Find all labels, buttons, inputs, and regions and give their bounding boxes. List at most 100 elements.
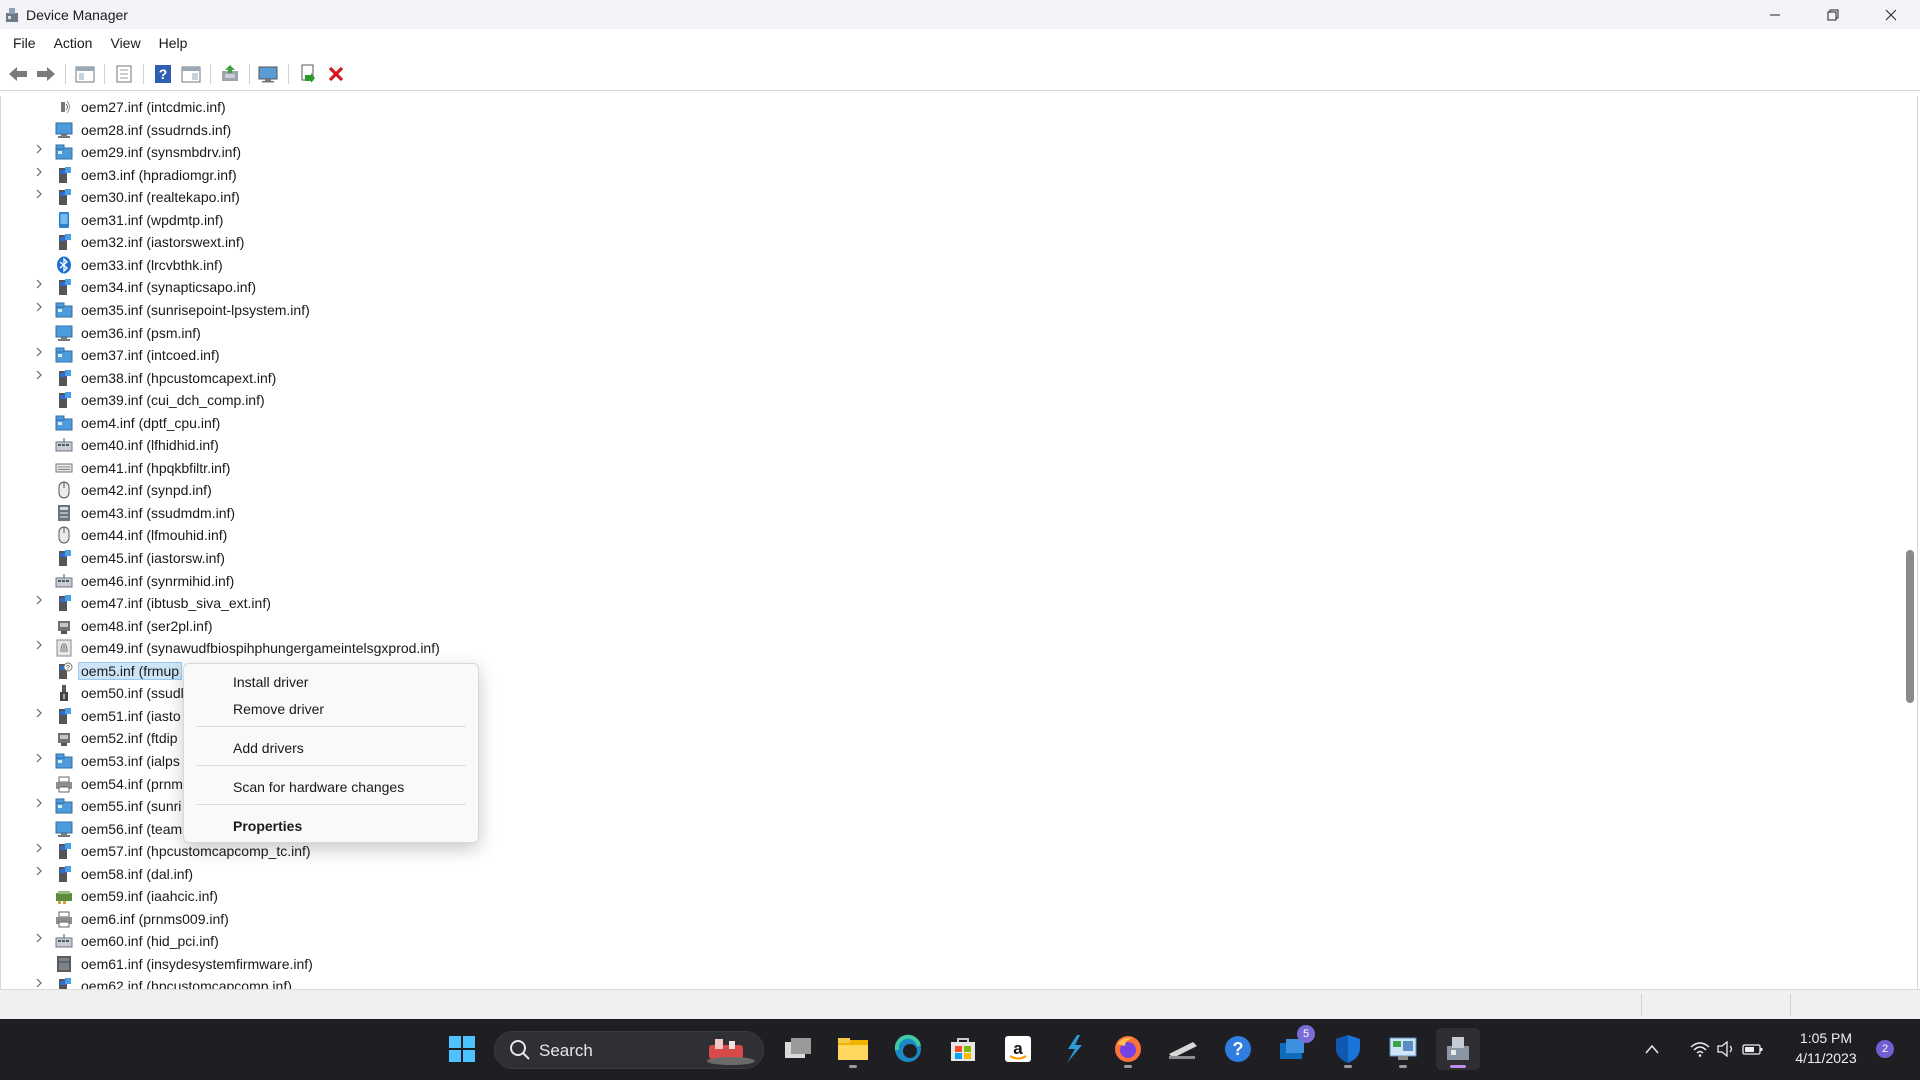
surface-button[interactable] [1161, 1028, 1205, 1070]
install-driver-menu-item[interactable]: Install driver [185, 669, 477, 695]
forward-button[interactable] [34, 62, 58, 86]
install-driver-button[interactable] [296, 62, 320, 86]
minimize-button[interactable] [1746, 0, 1804, 29]
tree-row[interactable]: oem39.inf (cui_dch_comp.inf) [1, 389, 1881, 411]
help-app-button[interactable]: ? [1216, 1028, 1260, 1070]
expand-chevron-icon[interactable] [35, 933, 45, 946]
file-explorer-button[interactable] [831, 1028, 875, 1070]
properties-menu-item[interactable]: Properties [185, 813, 477, 839]
expand-chevron-icon[interactable] [35, 595, 45, 608]
back-button[interactable] [6, 62, 30, 86]
tree-row[interactable]: oem31.inf (wpdmtp.inf) [1, 209, 1881, 231]
start-button[interactable] [440, 1028, 484, 1070]
tree-row[interactable]: oem57.inf (hpcustomcapcomp_tc.inf) [1, 840, 1881, 862]
expand-chevron-icon[interactable] [35, 167, 45, 180]
device-manager-taskbar-button[interactable] [1436, 1028, 1480, 1070]
tree-row[interactable]: oem44.inf (lfmouhid.inf) [1, 524, 1881, 546]
tree-row[interactable]: oem28.inf (ssudrnds.inf) [1, 119, 1881, 141]
expand-chevron-icon[interactable] [35, 144, 45, 157]
expand-chevron-icon[interactable] [35, 798, 45, 811]
defender-button[interactable] [1326, 1028, 1370, 1070]
task-view-button[interactable] [776, 1028, 820, 1070]
tree-row[interactable]: oem32.inf (iastorswext.inf) [1, 231, 1881, 253]
tree-row[interactable]: oem29.inf (synsmbdrv.inf) [1, 141, 1881, 163]
close-button[interactable] [1862, 0, 1920, 29]
mail-button[interactable]: 5 [1271, 1025, 1315, 1070]
store-icon [951, 1038, 975, 1061]
scan-hardware-button[interactable] [257, 62, 281, 86]
clock-date[interactable]: 4/11/2023 [1780, 1050, 1872, 1066]
tree-row[interactable]: oem46.inf (synrmihid.inf) [1, 570, 1881, 592]
tree-row[interactable]: oem48.inf (ser2pl.inf) [1, 615, 1881, 637]
control-panel-button[interactable] [1381, 1028, 1425, 1070]
tree-row[interactable]: oem37.inf (intcoed.inf) [1, 344, 1881, 366]
clock-time[interactable]: 1:05 PM [1780, 1030, 1872, 1046]
action-pane-button[interactable] [179, 62, 203, 86]
expand-chevron-icon[interactable] [35, 978, 45, 989]
menu-help[interactable]: Help [150, 29, 197, 57]
tree-row[interactable]: oem49.inf (synawudfbiospihphungergameint… [1, 637, 1881, 659]
tree-row[interactable]: oem45.inf (iastorsw.inf) [1, 547, 1881, 569]
expand-chevron-icon[interactable] [35, 189, 45, 202]
scrollbar-thumb[interactable] [1906, 550, 1914, 703]
store-button[interactable] [941, 1028, 985, 1070]
restore-icon [1827, 9, 1839, 20]
tree-row[interactable]: oem61.inf (insydesystemfirmware.inf) [1, 953, 1881, 975]
show-hide-tree-button[interactable] [73, 62, 97, 86]
tree-row[interactable]: oem33.inf (lrcvbthk.inf) [1, 254, 1881, 276]
scan-hardware-menu-item[interactable]: Scan for hardware changes [185, 774, 477, 800]
tree-row[interactable]: oem4.inf (dptf_cpu.inf) [1, 412, 1881, 434]
help-button[interactable]: ? [151, 62, 175, 86]
notification-count[interactable]: 2 [1876, 1040, 1894, 1058]
tree-row[interactable]: oem58.inf (dal.inf) [1, 863, 1881, 885]
vertical-scrollbar[interactable] [1906, 96, 1918, 989]
menu-action[interactable]: Action [45, 29, 102, 57]
amazon-button[interactable]: a [996, 1028, 1040, 1070]
toolbar-separator [65, 63, 66, 84]
properties-button[interactable] [112, 62, 136, 86]
expand-chevron-icon[interactable] [35, 370, 45, 383]
chip-device-icon [55, 865, 73, 883]
expand-chevron-icon[interactable] [35, 843, 45, 856]
menu-view[interactable]: View [101, 29, 149, 57]
edge-button[interactable] [886, 1028, 930, 1070]
firmware-icon [55, 955, 73, 973]
update-driver-button[interactable] [218, 62, 242, 86]
tree-row[interactable]: oem34.inf (synapticsapo.inf) [1, 276, 1881, 298]
tree-row[interactable]: oem42.inf (synpd.inf) [1, 479, 1881, 501]
tree-row[interactable]: oem60.inf (hid_pci.inf) [1, 930, 1881, 952]
tree-row[interactable]: oem3.inf (hpradiomgr.inf) [1, 164, 1881, 186]
remove-device-button[interactable] [324, 62, 348, 86]
quick-settings-button[interactable] [1688, 1028, 1766, 1070]
remove-driver-menu-item[interactable]: Remove driver [185, 696, 477, 722]
firefox-button[interactable] [1106, 1028, 1150, 1070]
menu-file[interactable]: File [4, 29, 45, 57]
tree-row[interactable]: oem6.inf (prnms009.inf) [1, 908, 1881, 930]
hid-icon [55, 932, 73, 950]
tree-row[interactable]: oem59.inf (iaahcic.inf) [1, 885, 1881, 907]
tree-row[interactable]: oem35.inf (sunrisepoint-lpsystem.inf) [1, 299, 1881, 321]
chip-device-icon [55, 233, 73, 251]
tree-row[interactable]: oem40.inf (lfhidhid.inf) [1, 434, 1881, 456]
restore-button[interactable] [1804, 0, 1862, 29]
visual-studio-button[interactable] [1051, 1028, 1095, 1070]
tree-row[interactable]: oem47.inf (ibtusb_siva_ext.inf) [1, 592, 1881, 614]
show-hidden-icons-button[interactable] [1637, 1028, 1667, 1070]
tree-row[interactable]: oem41.inf (hpqkbfiltr.inf) [1, 457, 1881, 479]
expand-chevron-icon[interactable] [35, 302, 45, 315]
expand-chevron-icon[interactable] [35, 347, 45, 360]
taskbar-search[interactable]: Search [494, 1031, 764, 1069]
tree-row[interactable]: oem62.inf (hpcustomcapcomp.inf) [1, 975, 1881, 989]
tree-row[interactable]: oem36.inf (psm.inf) [1, 322, 1881, 344]
expand-chevron-icon[interactable] [35, 753, 45, 766]
expand-chevron-icon[interactable] [35, 640, 45, 653]
add-drivers-menu-item[interactable]: Add drivers [185, 735, 477, 761]
tree-row[interactable]: oem43.inf (ssudmdm.inf) [1, 502, 1881, 524]
expand-chevron-icon[interactable] [35, 279, 45, 292]
tree-row[interactable]: oem38.inf (hpcustomcapext.inf) [1, 367, 1881, 389]
tree-row[interactable]: oem27.inf (intcdmic.inf) [1, 96, 1881, 118]
tree-row[interactable]: oem30.inf (realtekapo.inf) [1, 186, 1881, 208]
tree-row-label: oem54.inf (prnm [81, 775, 183, 792]
expand-chevron-icon[interactable] [35, 866, 45, 879]
expand-chevron-icon[interactable] [35, 708, 45, 721]
